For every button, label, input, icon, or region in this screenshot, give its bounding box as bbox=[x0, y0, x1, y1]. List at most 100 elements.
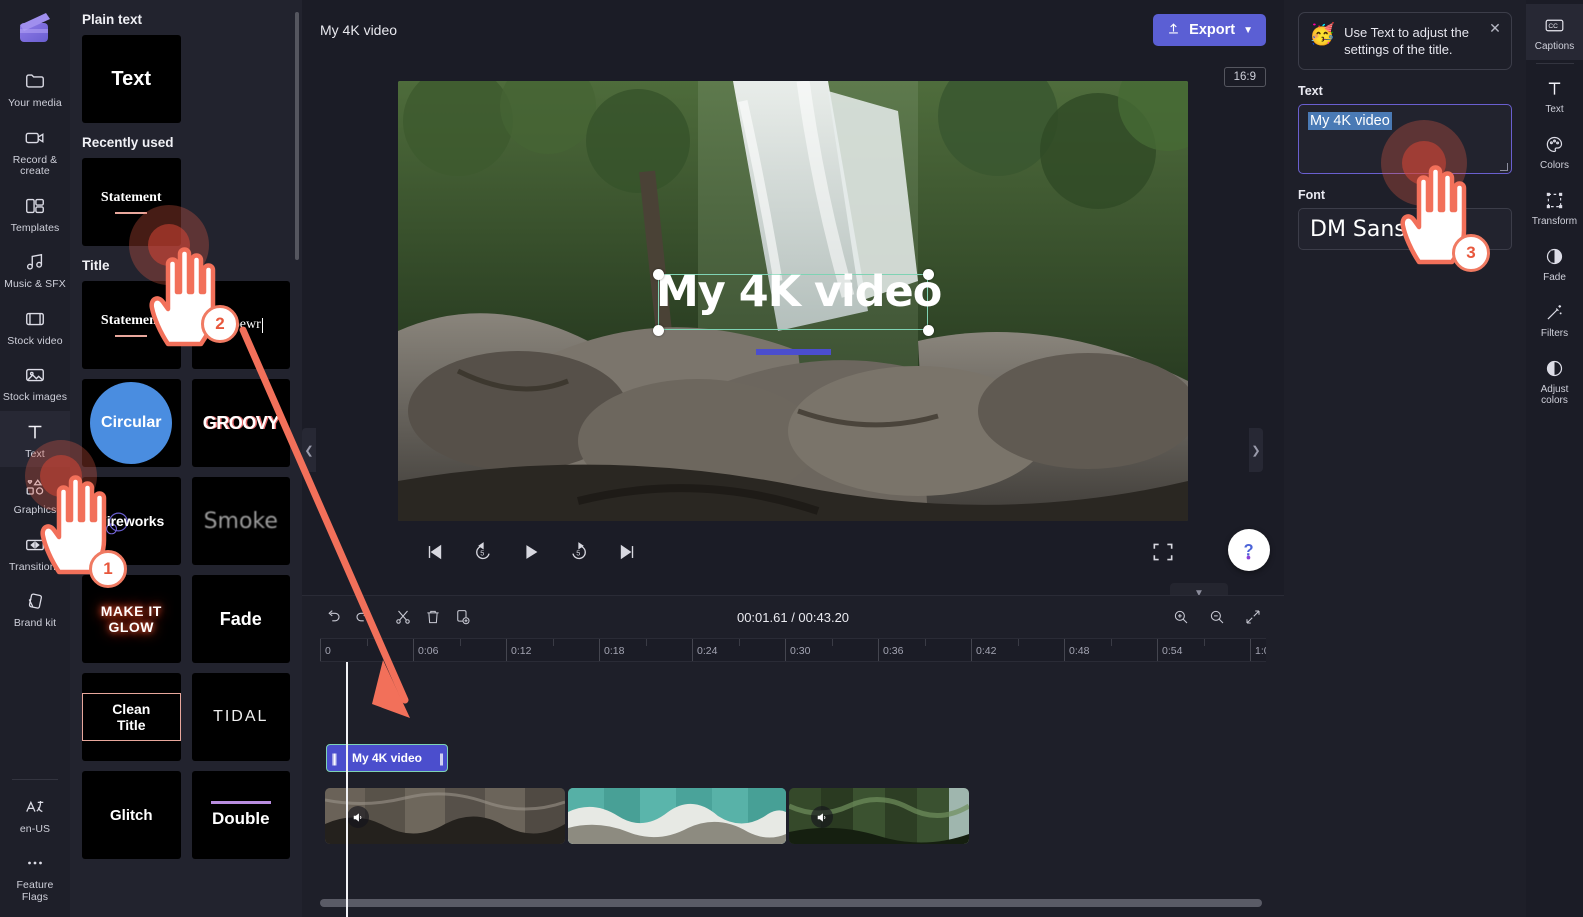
collapse-properties-panel-button[interactable]: ❯ bbox=[1249, 428, 1263, 472]
template-tile-fireworks[interactable]: Fireworks bbox=[82, 477, 181, 565]
tab-adjust-colors[interactable]: Adjust colors bbox=[1526, 347, 1583, 414]
tab-colors[interactable]: Colors bbox=[1526, 123, 1583, 179]
template-tile-fade[interactable]: Fade bbox=[191, 575, 290, 663]
panel-scrollbar[interactable] bbox=[295, 12, 299, 260]
template-tile-statement[interactable]: Statement bbox=[82, 281, 181, 369]
tile-label: Circular bbox=[101, 414, 162, 431]
forward-5-button[interactable]: 5 bbox=[566, 539, 592, 565]
closed-captions-icon: CC bbox=[1544, 14, 1566, 36]
sidebar-item-music-sfx[interactable]: Music & SFX bbox=[0, 241, 70, 298]
collapse-library-panel-button[interactable]: ❮ bbox=[302, 428, 316, 472]
playhead[interactable] bbox=[346, 662, 348, 917]
text-input[interactable]: My 4K video bbox=[1298, 104, 1512, 174]
tab-text[interactable]: Text bbox=[1526, 67, 1583, 123]
export-button[interactable]: Export ▼ bbox=[1153, 14, 1266, 46]
sidebar-item-stock-images[interactable]: Stock images bbox=[0, 354, 70, 411]
sidebar-item-record-create[interactable]: Record & create bbox=[0, 117, 70, 185]
template-tile-glitch[interactable]: Glitch bbox=[82, 771, 181, 859]
sidebar-item-label: Templates bbox=[10, 221, 60, 234]
sidebar-item-stock-video[interactable]: Stock video bbox=[0, 298, 70, 355]
sidebar-item-brand-kit[interactable]: Brand kit bbox=[0, 580, 70, 637]
duplicate-button[interactable] bbox=[448, 603, 478, 631]
resize-handle-bottom-left[interactable] bbox=[653, 325, 664, 336]
overlay-text[interactable]: My 4K video bbox=[656, 267, 942, 317]
skip-to-start-button[interactable] bbox=[422, 539, 448, 565]
ruler-tick-minor bbox=[738, 639, 744, 646]
template-tile-clean-title[interactable]: Clean Title bbox=[82, 673, 181, 761]
clip-trim-left-handle[interactable]: ||| bbox=[327, 745, 340, 771]
tile-label: MAKE IT GLOW bbox=[100, 603, 162, 635]
delete-button[interactable] bbox=[418, 603, 448, 631]
template-tile-circular[interactable]: Circular bbox=[82, 379, 181, 467]
skip-to-end-button[interactable] bbox=[614, 539, 640, 565]
clip-trim-right-handle[interactable]: || bbox=[434, 745, 447, 771]
sidebar-item-graphics[interactable]: Graphics bbox=[0, 467, 70, 524]
sidebar-item-templates[interactable]: Templates bbox=[0, 185, 70, 242]
sidebar-item-label: Text bbox=[25, 447, 45, 460]
undo-button[interactable] bbox=[318, 603, 348, 631]
resize-handle-top-right[interactable] bbox=[923, 269, 934, 280]
video-preview[interactable]: My 4K video bbox=[398, 81, 1188, 521]
resize-handle-bottom-right[interactable] bbox=[923, 325, 934, 336]
zoom-out-button[interactable] bbox=[1202, 603, 1232, 631]
question-mark-icon: ? bbox=[1244, 541, 1254, 560]
tile-label: Glitch bbox=[109, 806, 153, 824]
split-button[interactable] bbox=[388, 603, 418, 631]
tab-fade[interactable]: Fade bbox=[1526, 235, 1583, 291]
ruler-tick: 0:24 bbox=[692, 639, 717, 661]
video-clip-2[interactable] bbox=[568, 788, 786, 844]
sidebar-item-language[interactable]: en-US bbox=[0, 786, 70, 843]
template-tile-smoke[interactable]: Smoke bbox=[191, 477, 290, 565]
sidebar-item-feature-flags[interactable]: Feature Flags bbox=[0, 842, 70, 917]
ruler-tick: 0:42 bbox=[971, 639, 996, 661]
project-title[interactable]: My 4K video bbox=[320, 22, 397, 38]
ruler-tick: 0:18 bbox=[599, 639, 624, 661]
tab-transform[interactable]: Transform bbox=[1526, 179, 1583, 235]
rewind-5-button[interactable]: 5 bbox=[470, 539, 496, 565]
template-tile-make-it-glow[interactable]: MAKE IT GLOW bbox=[82, 575, 181, 663]
template-tile-text[interactable]: Text bbox=[82, 35, 181, 123]
font-select[interactable]: DM Sans bbox=[1298, 208, 1512, 250]
sidebar-item-transitions[interactable]: Transitions bbox=[0, 524, 70, 581]
circle-shape: Circular bbox=[90, 382, 173, 464]
ruler-tick: 0:54 bbox=[1157, 639, 1182, 661]
template-tile-double[interactable]: Double bbox=[191, 771, 290, 859]
tab-captions[interactable]: CC Captions bbox=[1526, 4, 1583, 60]
zoom-in-button[interactable] bbox=[1166, 603, 1196, 631]
sidebar-item-your-media[interactable]: Your media bbox=[0, 60, 70, 117]
ruler-tick-minor bbox=[924, 639, 930, 646]
upload-icon bbox=[1166, 21, 1181, 40]
ruler-tick: 0:06 bbox=[413, 639, 438, 661]
ruler-tick: 0 bbox=[320, 639, 331, 661]
template-tile-statement-recent[interactable]: Statement bbox=[82, 158, 181, 246]
close-icon[interactable]: ✕ bbox=[1487, 21, 1503, 37]
tile-label: Typewr bbox=[218, 317, 261, 332]
chevron-right-icon: ❯ bbox=[1251, 444, 1261, 457]
aspect-ratio-badge[interactable]: 16:9 bbox=[1223, 67, 1266, 87]
transitions-icon bbox=[23, 533, 47, 557]
video-clip-3[interactable] bbox=[789, 788, 969, 844]
fullscreen-button[interactable] bbox=[1150, 539, 1176, 565]
resize-grip-icon[interactable] bbox=[1500, 163, 1508, 171]
fit-to-screen-button[interactable] bbox=[1238, 603, 1268, 631]
video-clip-1[interactable] bbox=[325, 788, 565, 844]
timeline-scrollbar[interactable] bbox=[320, 899, 1262, 907]
play-button[interactable] bbox=[518, 539, 544, 565]
redo-button[interactable] bbox=[348, 603, 378, 631]
ellipsis-icon bbox=[23, 851, 47, 875]
template-tile-groovy[interactable]: GROOVY bbox=[191, 379, 290, 467]
sidebar-item-text[interactable]: Text bbox=[0, 410, 70, 467]
clapperboard-logo bbox=[15, 10, 55, 46]
speaker-icon[interactable] bbox=[347, 806, 369, 828]
speaker-icon[interactable] bbox=[811, 806, 833, 828]
text-clip[interactable]: ||| My 4K video || bbox=[326, 744, 448, 772]
resize-handle-top-left[interactable] bbox=[653, 269, 664, 280]
template-tile-tidal[interactable]: TIDAL bbox=[191, 673, 290, 761]
timeline-ruler[interactable]: 0 0:06 0:12 0:18 0:24 0:30 0:36 0:42 0:48 0:54 1:0… bbox=[320, 638, 1266, 662]
tab-filters[interactable]: Filters bbox=[1526, 291, 1583, 347]
sidebar-item-label: Transitions bbox=[8, 560, 62, 573]
language-icon bbox=[23, 795, 47, 819]
playback-controls: 5 5 ? ▼ bbox=[398, 521, 1270, 603]
template-tile-typewriter[interactable]: Typewr bbox=[191, 281, 290, 369]
help-button[interactable]: ? bbox=[1228, 529, 1270, 571]
